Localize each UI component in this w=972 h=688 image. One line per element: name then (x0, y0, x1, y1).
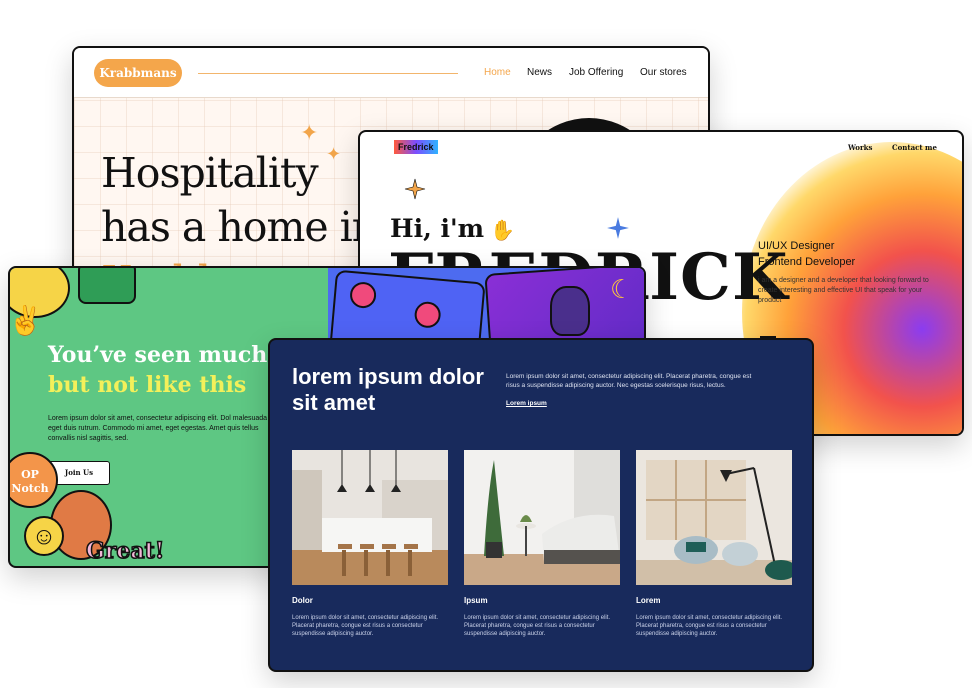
navy-interior-preview: lorem ipsum dolor sit amet Lorem ipsum d… (268, 338, 814, 672)
great-sticker: Great! (85, 537, 165, 565)
card-text: Lorem ipsum dolor sit amet, consectetur … (292, 615, 439, 637)
flower-icon (413, 300, 442, 329)
card-label: Lorem (636, 596, 661, 605)
sparkle-icon (607, 217, 629, 239)
greeting: Hi, i'm (390, 214, 485, 243)
palm-sticker (78, 268, 136, 304)
headline-line: Hospitality (101, 149, 319, 197)
cat-character-icon (550, 286, 590, 336)
navy-title: lorem ipsum dolor sit amet (292, 364, 484, 415)
nav-link-works[interactable]: Works (848, 143, 872, 152)
flower-icon (349, 280, 378, 310)
lorem-ipsum-link[interactable]: Lorem ipsum (506, 400, 547, 407)
intro-description: i am a designer and a developer that loo… (758, 277, 929, 304)
nav-link-home[interactable]: Home (484, 67, 511, 78)
card-label: Dolor (292, 596, 313, 605)
role-line: UI/UX Designer (758, 240, 835, 252)
nav-divider (198, 73, 458, 74)
card-text: Lorem ipsum dolor sit amet, consectetur … (636, 615, 783, 637)
green-headline: You’ve seen much (48, 342, 268, 368)
card-label: Ipsum (464, 596, 488, 605)
green-body-text: Lorem ipsum dolor sit amet, consectetur … (48, 415, 281, 442)
top-notch-sticker: OP Notch (10, 452, 58, 508)
nav-link-job-offering[interactable]: Job Offering (569, 67, 623, 78)
green-subheadline: but not like this (48, 372, 247, 398)
krabbmans-logo[interactable]: Krabbmans (94, 59, 182, 87)
sparkle-icon: ✦ (300, 120, 319, 145)
kitchen-photo (292, 450, 448, 585)
smiley-icon: ☺ (24, 516, 64, 556)
nav-link-our-stores[interactable]: Our stores (640, 67, 687, 78)
living-room-photo (464, 450, 620, 585)
nav-link-contact[interactable]: Contact me (892, 143, 937, 152)
krabbmans-navbar: Krabbmans Home News Job Offering Our sto… (74, 48, 708, 98)
sparkle-icon (404, 178, 426, 200)
nav-link-news[interactable]: News (527, 67, 552, 78)
peace-hand-icon: ✌ (8, 305, 43, 336)
role-title: UI/UX Designer Frontend Developer (758, 238, 855, 270)
role-line: Frontend Developer (758, 256, 856, 268)
headline-line: has a home in (101, 203, 378, 251)
lounge-photo (636, 450, 792, 585)
navy-intro: Lorem ipsum dolor sit amet, consectetur … (506, 373, 752, 389)
moon-icon: ☾ (610, 274, 634, 304)
card-text: Lorem ipsum dolor sit amet, consectetur … (464, 615, 611, 637)
fredrick-logo[interactable]: Fredrick (394, 140, 438, 154)
